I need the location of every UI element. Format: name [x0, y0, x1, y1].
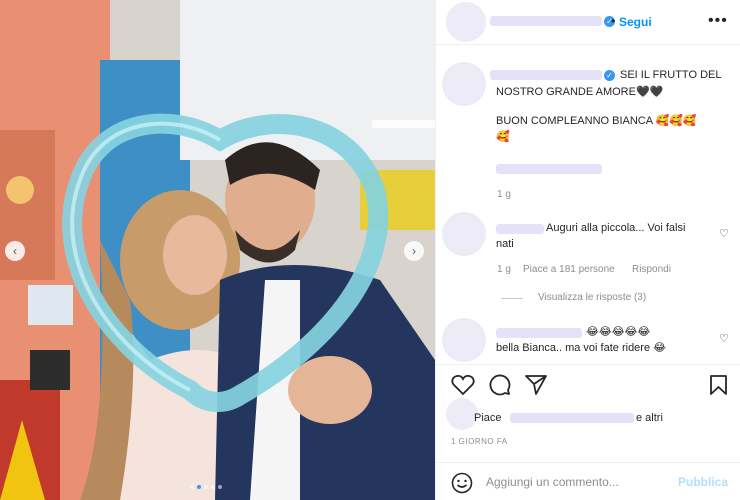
like-heart-icon[interactable]: [451, 374, 475, 396]
comment-text-line-2: bella Bianca.. ma voi fate ridere 😂: [496, 342, 666, 354]
likes-others-link[interactable]: e altri: [636, 412, 663, 424]
carousel-dot: [190, 485, 194, 489]
view-replies-button[interactable]: Visualizza le risposte (3): [538, 292, 646, 303]
comment-like-heart-icon[interactable]: ♡: [719, 227, 729, 240]
share-send-icon[interactable]: [525, 374, 547, 395]
comment-text-line-1: Auguri alla piccola... Voi falsi: [546, 222, 686, 234]
publish-button[interactable]: Pubblica: [678, 475, 728, 489]
post-actions-bar: [436, 364, 740, 404]
caption-author-avatar[interactable]: [442, 62, 486, 106]
save-bookmark-icon[interactable]: [709, 374, 728, 396]
comment-text-line-2: nati: [496, 238, 514, 250]
commenter-username-redacted[interactable]: [496, 224, 544, 234]
verified-icon: ✓: [604, 70, 615, 81]
commenter-username-redacted[interactable]: [496, 328, 582, 338]
carousel-dot: [197, 485, 201, 489]
more-options-icon[interactable]: •••: [708, 12, 728, 30]
chevron-left-icon: ‹: [13, 244, 17, 258]
comments-list[interactable]: ✓ SEI IL FRUTTO DEL NOSTRO GRANDE AMORE🖤…: [436, 46, 740, 364]
caption-line-2: NOSTRO GRANDE AMORE🖤🖤: [496, 86, 664, 98]
comment-likes-count[interactable]: Piace a 181 persone: [523, 264, 615, 275]
emoji-smiley-icon[interactable]: [451, 472, 473, 494]
caption-username-redacted[interactable]: [490, 70, 602, 80]
carousel-dots: [190, 485, 222, 489]
replies-divider: [501, 298, 523, 299]
comment-like-heart-icon[interactable]: ♡: [719, 332, 729, 345]
follow-button[interactable]: Segui: [619, 15, 652, 29]
post-date[interactable]: 1 GIORNO FA: [451, 437, 508, 446]
comment-text-line-1: 😂😂😂😂😂: [586, 326, 651, 338]
caption-line-3: BUON COMPLEANNO BIANCA 🥰🥰🥰: [496, 115, 697, 127]
comment-time[interactable]: 1 g: [497, 264, 511, 275]
caption-line-4: 🥰: [496, 131, 510, 143]
likes-section: Piace e altri 1 GIORNO FA: [436, 398, 740, 452]
carousel-next-button[interactable]: ›: [404, 241, 424, 261]
commenter-avatar[interactable]: [442, 212, 486, 256]
post-photo[interactable]: ‹ ›: [0, 0, 435, 500]
comment-reply-button[interactable]: Rispondi: [632, 264, 671, 275]
liker-username-redacted[interactable]: [510, 413, 634, 423]
likes-prefix: Piace: [474, 412, 502, 424]
author-username-redacted[interactable]: [490, 16, 602, 26]
caption-line-1: SEI IL FRUTTO DEL: [620, 69, 722, 81]
commenter-avatar[interactable]: [442, 318, 486, 362]
carousel-prev-button[interactable]: ‹: [5, 241, 25, 261]
carousel-dot: [218, 485, 222, 489]
add-comment-input[interactable]: Aggiungi un commento...: [486, 475, 619, 489]
add-comment-bar: Aggiungi un commento... Pubblica: [436, 462, 740, 500]
caption-mention-redacted[interactable]: [496, 164, 602, 174]
photo-illustration: [0, 0, 435, 500]
author-avatar[interactable]: [446, 2, 486, 42]
carousel-dot: [211, 485, 215, 489]
chevron-right-icon: ›: [412, 244, 416, 258]
comment-bubble-icon[interactable]: [488, 374, 511, 396]
caption-time[interactable]: 1 g: [497, 189, 511, 200]
separator-dot: •: [611, 14, 616, 28]
post-header: ✓ • Segui •••: [436, 0, 740, 45]
carousel-dot: [204, 485, 208, 489]
post-details-panel: ✓ • Segui ••• ✓ SEI IL FRUTTO DEL NOSTRO…: [435, 0, 740, 500]
